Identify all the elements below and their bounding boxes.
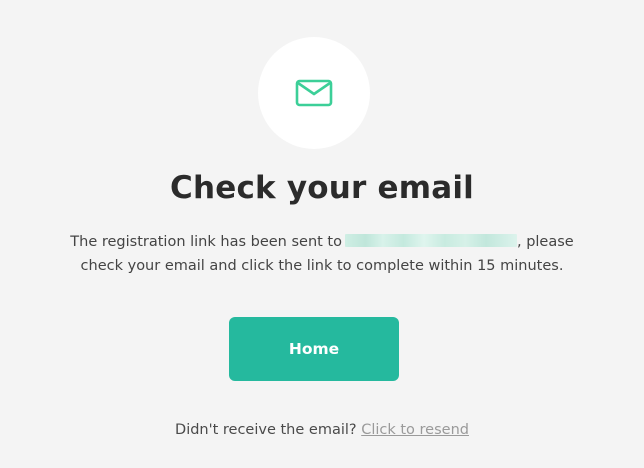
message-line1-prefix: The registration link has been sent to bbox=[70, 234, 342, 250]
resend-link[interactable]: Click to resend bbox=[361, 422, 469, 438]
email-verification-page: Check your email The registration link h… bbox=[0, 0, 644, 468]
mail-icon bbox=[295, 79, 333, 107]
resend-row: Didn't receive the email? Click to resen… bbox=[0, 422, 644, 438]
redacted-email bbox=[344, 234, 517, 247]
resend-prompt: Didn't receive the email? bbox=[175, 422, 357, 438]
message-line2: check your email and click the link to c… bbox=[80, 258, 564, 274]
page-title: Check your email bbox=[170, 170, 474, 206]
confirmation-message: The registration link has been sent to , … bbox=[0, 230, 644, 278]
home-button[interactable]: Home bbox=[229, 317, 399, 381]
icon-circle bbox=[258, 37, 370, 149]
message-line1-suffix: , please bbox=[516, 234, 574, 250]
